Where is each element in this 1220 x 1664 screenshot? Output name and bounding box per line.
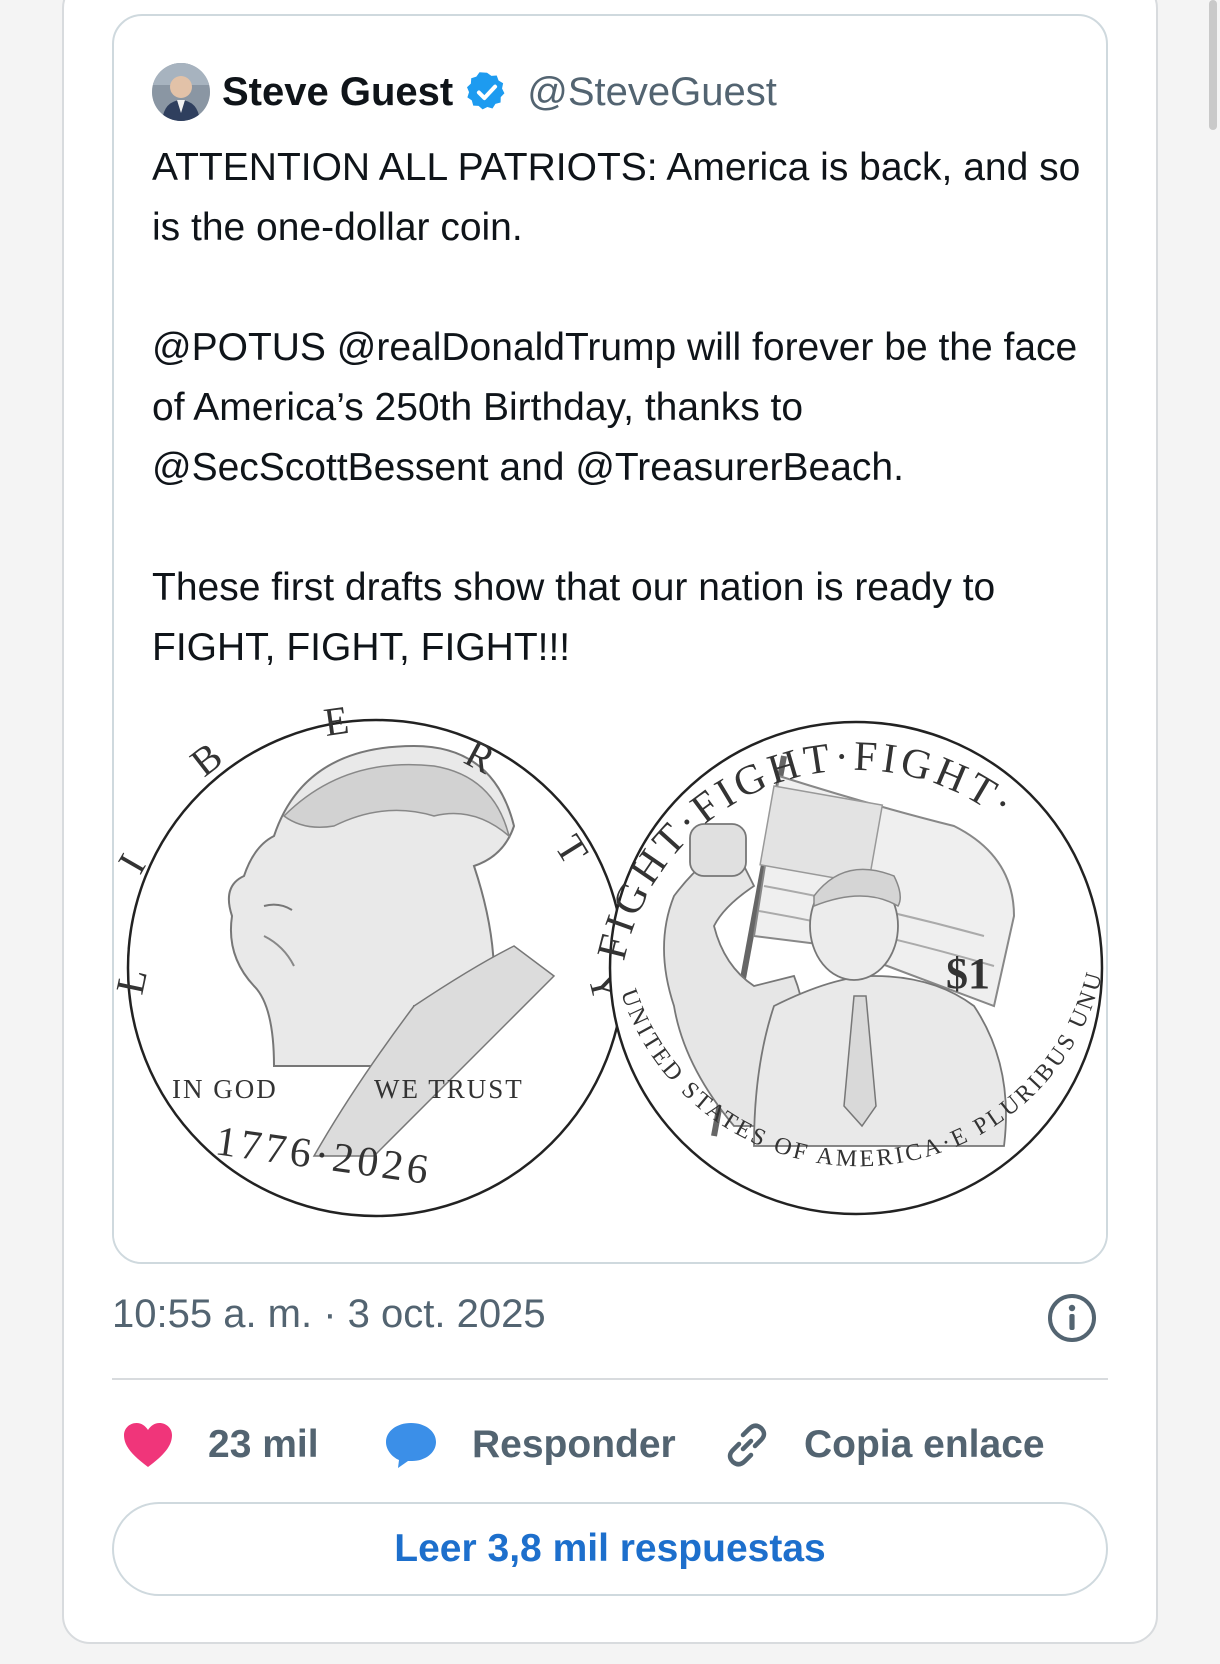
- tweet-paragraph: These first drafts show that our nation …: [152, 566, 1007, 669]
- avatar-image: [152, 63, 210, 121]
- heart-icon: [124, 1423, 172, 1467]
- tweet-text: ATTENTION ALL PATRIOTS: America is back,…: [152, 138, 1082, 678]
- divider: [112, 1378, 1108, 1380]
- like-button[interactable]: 23 mil: [122, 1405, 319, 1485]
- coin-drafts-illustration: L I B E R T Y IN GOD WE TRUST 1776·2026: [114, 706, 1106, 1218]
- read-replies-button[interactable]: Leer 3,8 mil respuestas: [112, 1502, 1108, 1596]
- tweet-paragraph: ATTENTION ALL PATRIOTS: America is back,…: [152, 146, 1092, 249]
- info-icon[interactable]: [1046, 1292, 1098, 1344]
- verified-badge-icon: [467, 72, 505, 110]
- scrollbar[interactable]: [1209, 0, 1217, 130]
- motto-in-god: IN GOD: [172, 1074, 278, 1104]
- tweet-media-image[interactable]: L I B E R T Y IN GOD WE TRUST 1776·2026: [114, 706, 1106, 1262]
- copy-link-label: Copia enlace: [804, 1423, 1045, 1466]
- tweet-actions: 23 mil Responder Copia enlace: [112, 1405, 1108, 1485]
- link-icon: [727, 1423, 767, 1467]
- like-count: 23 mil: [208, 1423, 319, 1466]
- tweet-author-row[interactable]: Steve Guest @SteveGuest: [152, 62, 777, 122]
- author-handle[interactable]: @SteveGuest: [527, 70, 777, 115]
- liberty-letter: E: [321, 706, 351, 745]
- speech-bubble-icon: [386, 1423, 436, 1468]
- reply-button[interactable]: Responder: [384, 1405, 676, 1485]
- avatar[interactable]: [152, 63, 210, 121]
- copy-link-button[interactable]: Copia enlace: [722, 1405, 1045, 1485]
- coin-obverse: L I B E R T Y IN GOD WE TRUST 1776·2026: [114, 706, 630, 1218]
- liberty-letter: I: [114, 846, 154, 880]
- reply-label: Responder: [472, 1423, 676, 1466]
- denomination: $1: [946, 949, 990, 998]
- motto-we-trust: WE TRUST: [374, 1074, 524, 1104]
- tweet-paragraph: @POTUS @realDonaldTrump will forever be …: [152, 326, 1089, 489]
- tweet-timestamp[interactable]: 10:55 a. m. · 3 oct. 2025: [112, 1292, 546, 1337]
- quoted-tweet[interactable]: Steve Guest @SteveGuest ATTENTION ALL PA…: [112, 14, 1108, 1264]
- author-name[interactable]: Steve Guest: [222, 70, 453, 115]
